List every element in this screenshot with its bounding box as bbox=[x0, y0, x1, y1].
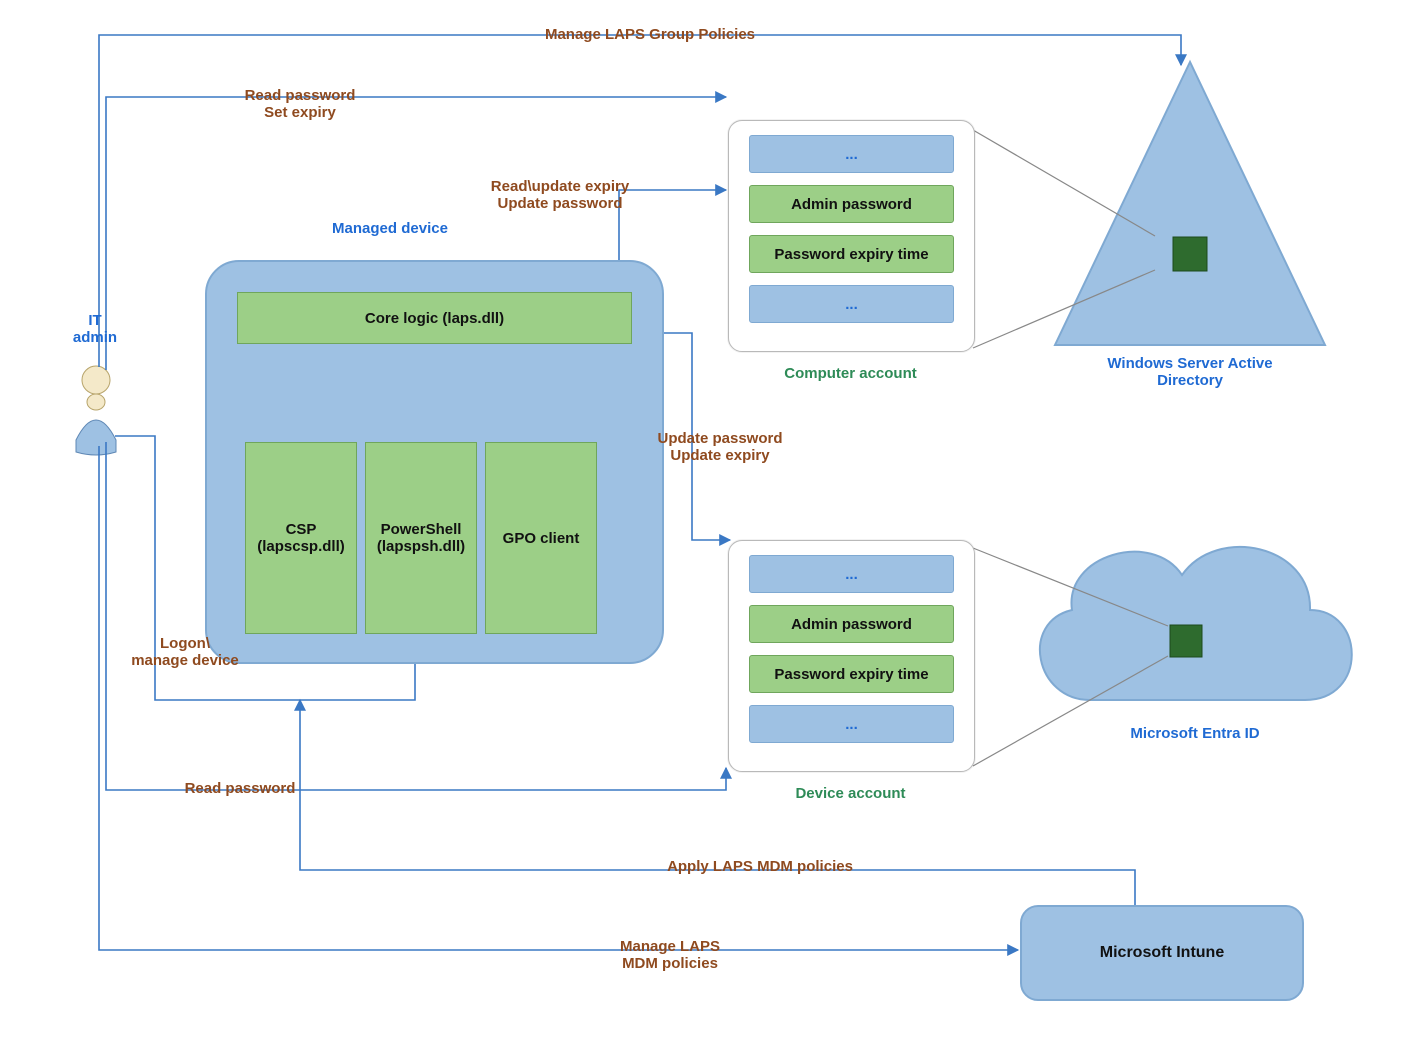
comp-slot-admin-pw: Admin password bbox=[749, 185, 954, 223]
edge-readpw-setexpiry: Read password Set expiry bbox=[200, 87, 400, 121]
edge-manage-gpo: Manage LAPS Group Policies bbox=[470, 26, 830, 43]
device-account-title: Device account bbox=[728, 785, 973, 802]
entra-label: Microsoft Entra ID bbox=[1070, 725, 1320, 742]
managed-device-box: Core logic (laps.dll) CSP (lapscsp.dll) … bbox=[205, 260, 664, 664]
laps-architecture-diagram: IT admin Managed device Core logic (laps… bbox=[0, 0, 1402, 1040]
computer-account-card: ... Admin password Password expiry time … bbox=[728, 120, 975, 352]
entra-cloud bbox=[1040, 547, 1352, 700]
comp-slot-ell-top: ... bbox=[749, 135, 954, 173]
comp-slot-ell-bot: ... bbox=[749, 285, 954, 323]
edge-update-pw-expiry: Update password Update expiry bbox=[620, 430, 820, 464]
edge-logon-manage: Logon\ manage device bbox=[110, 635, 260, 669]
core-logic-box: Core logic (laps.dll) bbox=[237, 292, 632, 344]
edge-apply-mdm: Apply LAPS MDM policies bbox=[610, 858, 910, 875]
dev-slot-ell-top: ... bbox=[749, 555, 954, 593]
dev-slot-ell-bot: ... bbox=[749, 705, 954, 743]
it-admin-label: IT admin bbox=[40, 312, 150, 346]
ad-label: Windows Server Active Directory bbox=[1060, 355, 1320, 389]
edge-manage-mdm: Manage LAPS MDM policies bbox=[560, 938, 780, 972]
ad-triangle bbox=[1055, 62, 1325, 345]
device-account-card: ... Admin password Password expiry time … bbox=[728, 540, 975, 772]
gpo-box: GPO client bbox=[485, 442, 597, 634]
dev-slot-pw-expiry: Password expiry time bbox=[749, 655, 954, 693]
computer-account-title: Computer account bbox=[728, 365, 973, 382]
intune-box: Microsoft Intune bbox=[1020, 905, 1304, 1001]
dev-slot-admin-pw: Admin password bbox=[749, 605, 954, 643]
powershell-box: PowerShell (lapspsh.dll) bbox=[365, 442, 477, 634]
edge-read-pw: Read password bbox=[150, 780, 330, 797]
it-admin-icon bbox=[76, 366, 116, 455]
comp-slot-pw-expiry: Password expiry time bbox=[749, 235, 954, 273]
managed-device-title: Managed device bbox=[260, 220, 520, 237]
edge-read-update-expiry: Read\update expiry Update password bbox=[430, 178, 690, 212]
csp-box: CSP (lapscsp.dll) bbox=[245, 442, 357, 634]
